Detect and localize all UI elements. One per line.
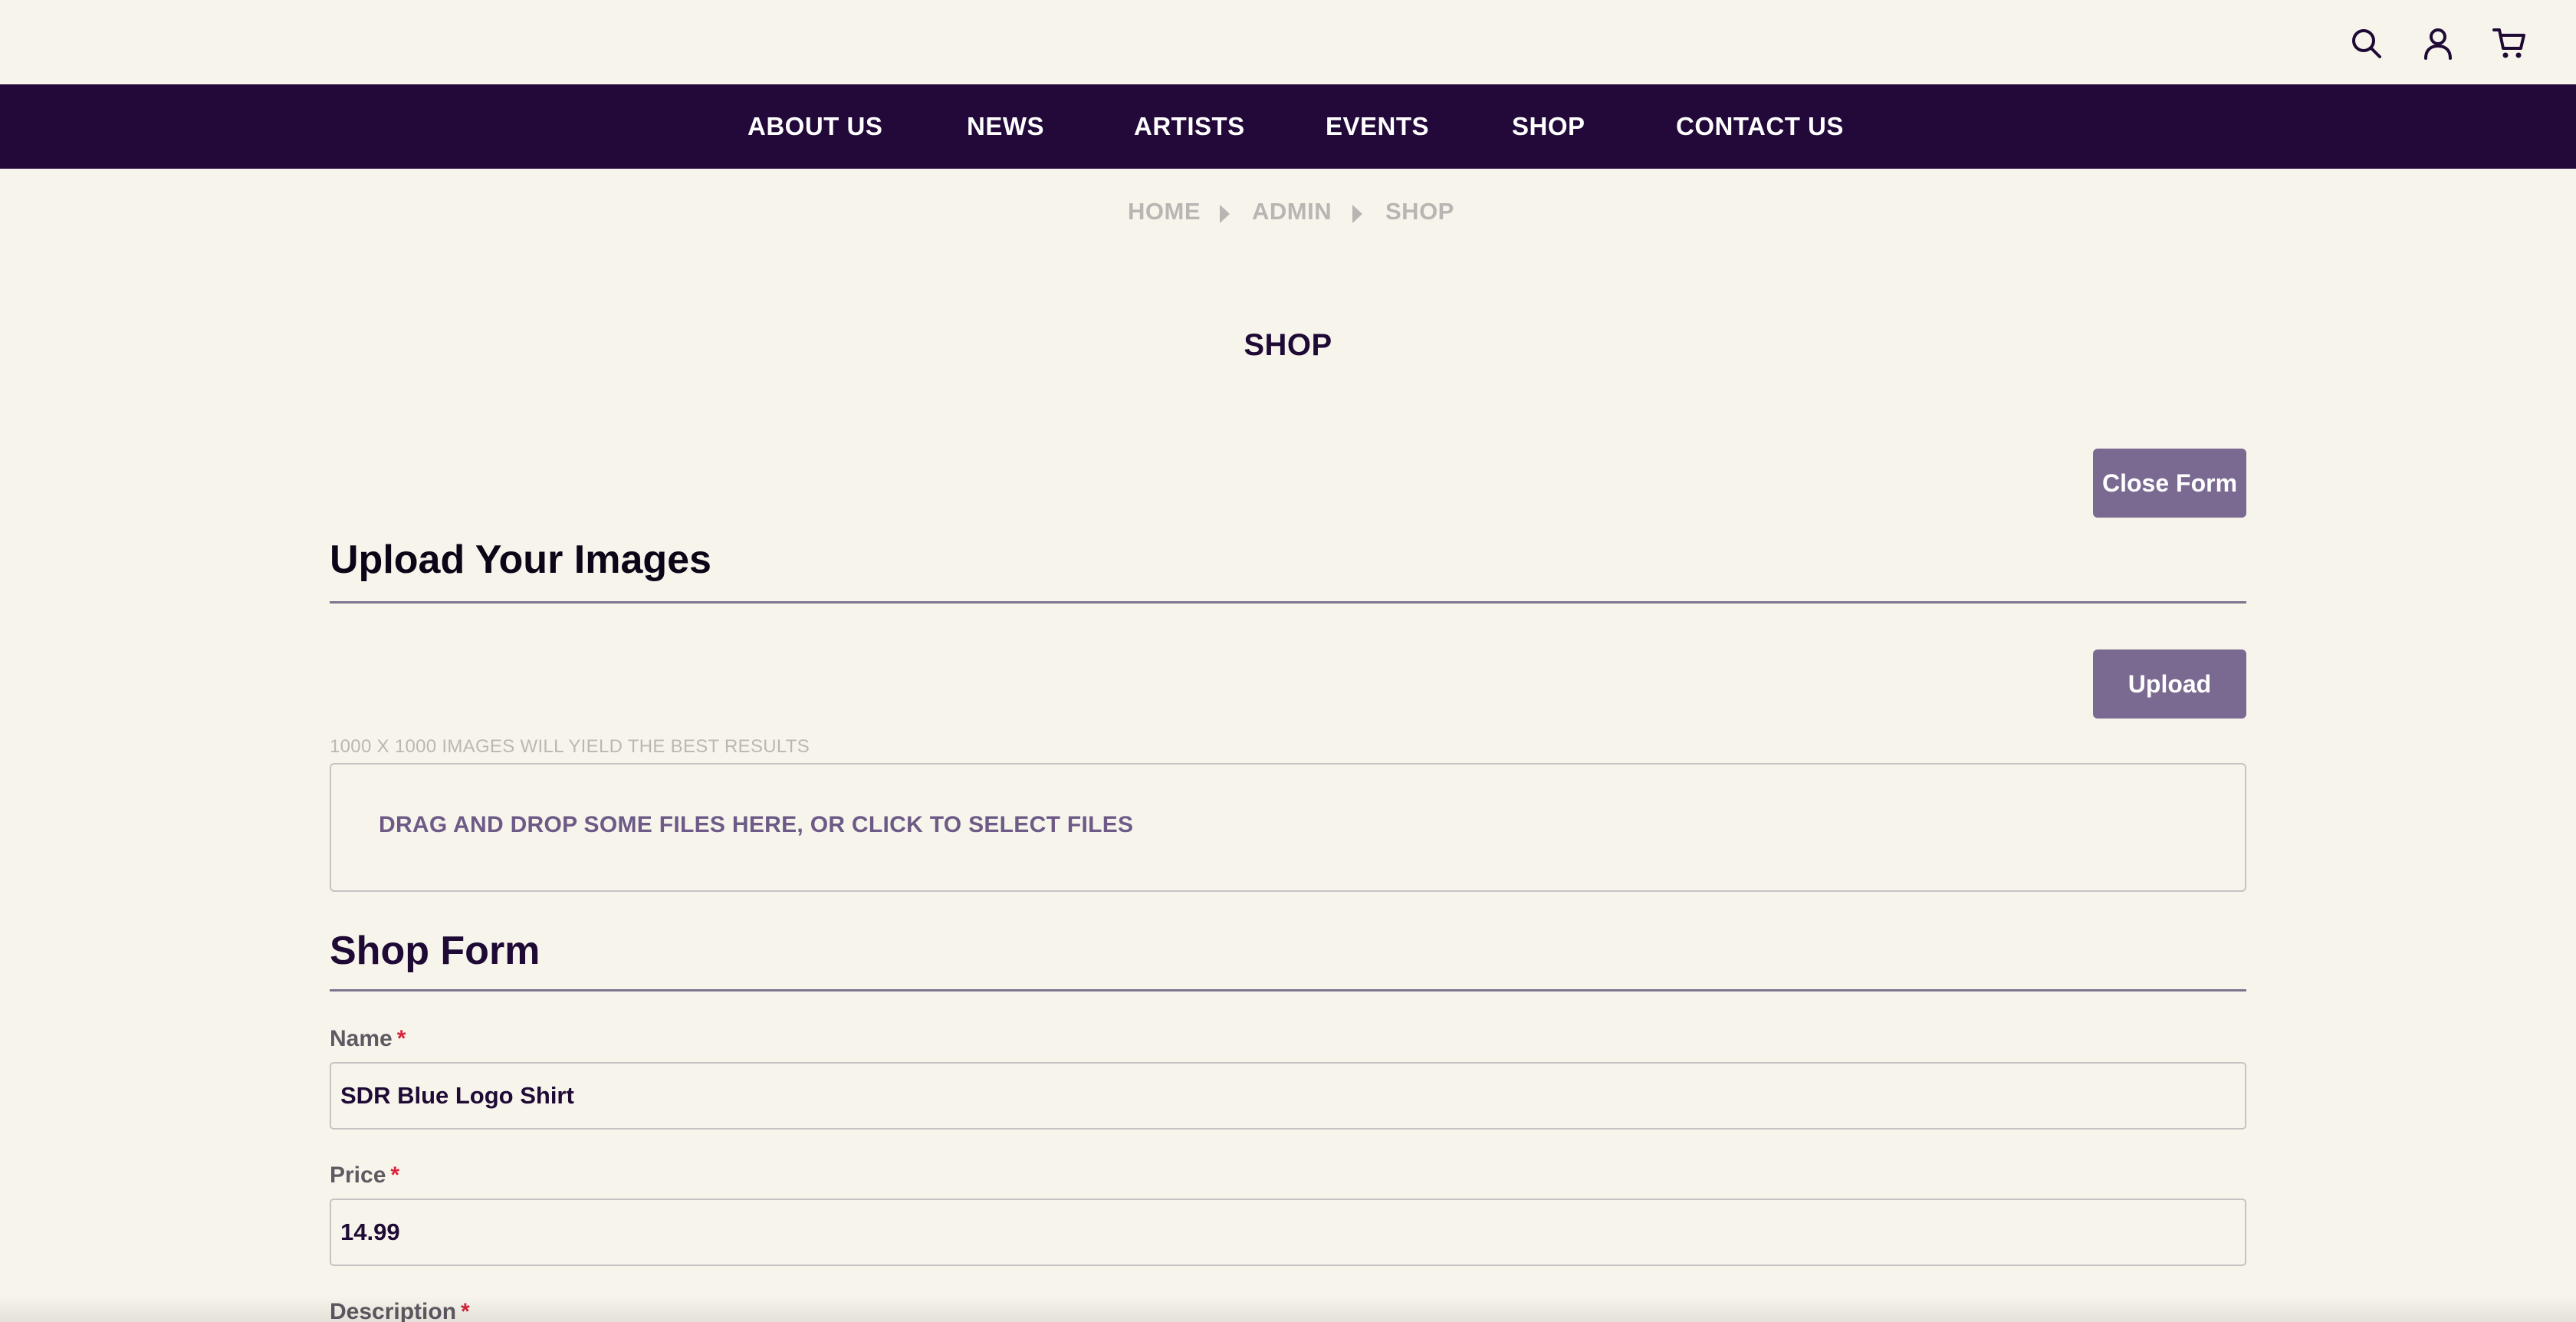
price-field-value: 14.99	[340, 1218, 400, 1245]
required-marker: *	[396, 1026, 406, 1051]
name-label-text: Name	[330, 1026, 393, 1051]
chevron-right-icon	[1220, 205, 1230, 223]
breadcrumb: HOME ADMIN SHOP	[0, 198, 2576, 232]
breadcrumb-home[interactable]: HOME	[1128, 198, 1201, 225]
price-label-text: Price	[330, 1163, 386, 1188]
breadcrumb-admin[interactable]: ADMIN	[1252, 198, 1332, 225]
main-nav: ABOUT US NEWS ARTISTS EVENTS SHOP CONTAC…	[0, 84, 2576, 169]
name-field-value: SDR Blue Logo Shirt	[340, 1082, 574, 1109]
account-icon[interactable]	[2420, 25, 2456, 61]
divider	[330, 989, 2246, 992]
nav-item-shop[interactable]: SHOP	[1512, 84, 1585, 169]
cart-icon[interactable]	[2492, 25, 2528, 61]
page: ABOUT US NEWS ARTISTS EVENTS SHOP CONTAC…	[0, 0, 2576, 1322]
upload-button[interactable]: Upload	[2093, 649, 2246, 719]
nav-item-artists[interactable]: ARTISTS	[1134, 84, 1245, 169]
description-label: Description *	[330, 1299, 470, 1322]
search-icon[interactable]	[2348, 25, 2384, 61]
image-size-hint: 1000 X 1000 IMAGES WILL YIELD THE BEST R…	[330, 736, 810, 757]
chevron-right-icon	[1352, 205, 1362, 223]
price-label: Price *	[330, 1163, 399, 1189]
close-form-button[interactable]: Close Form	[2093, 449, 2246, 518]
divider	[330, 601, 2246, 603]
dropzone-text: DRAG AND DROP SOME FILES HERE, OR CLICK …	[379, 812, 1134, 837]
shop-form-heading: Shop Form	[330, 929, 540, 973]
name-field[interactable]: SDR Blue Logo Shirt	[330, 1062, 2246, 1130]
price-field[interactable]: 14.99	[330, 1199, 2246, 1266]
name-label: Name *	[330, 1026, 406, 1052]
breadcrumb-shop: SHOP	[1385, 198, 1454, 225]
nav-item-events[interactable]: EVENTS	[1326, 84, 1429, 169]
nav-item-contact-us[interactable]: CONTACT US	[1676, 84, 1844, 169]
file-dropzone[interactable]: DRAG AND DROP SOME FILES HERE, OR CLICK …	[330, 763, 2246, 892]
description-label-text: Description	[330, 1299, 457, 1322]
required-marker: *	[390, 1163, 400, 1188]
upload-heading: Upload Your Images	[330, 538, 711, 582]
nav-item-news[interactable]: NEWS	[967, 84, 1044, 169]
top-utility-bar	[0, 0, 2576, 84]
nav-item-about-us[interactable]: ABOUT US	[748, 84, 882, 169]
required-marker: *	[461, 1299, 470, 1322]
page-title: SHOP	[1244, 328, 1332, 362]
